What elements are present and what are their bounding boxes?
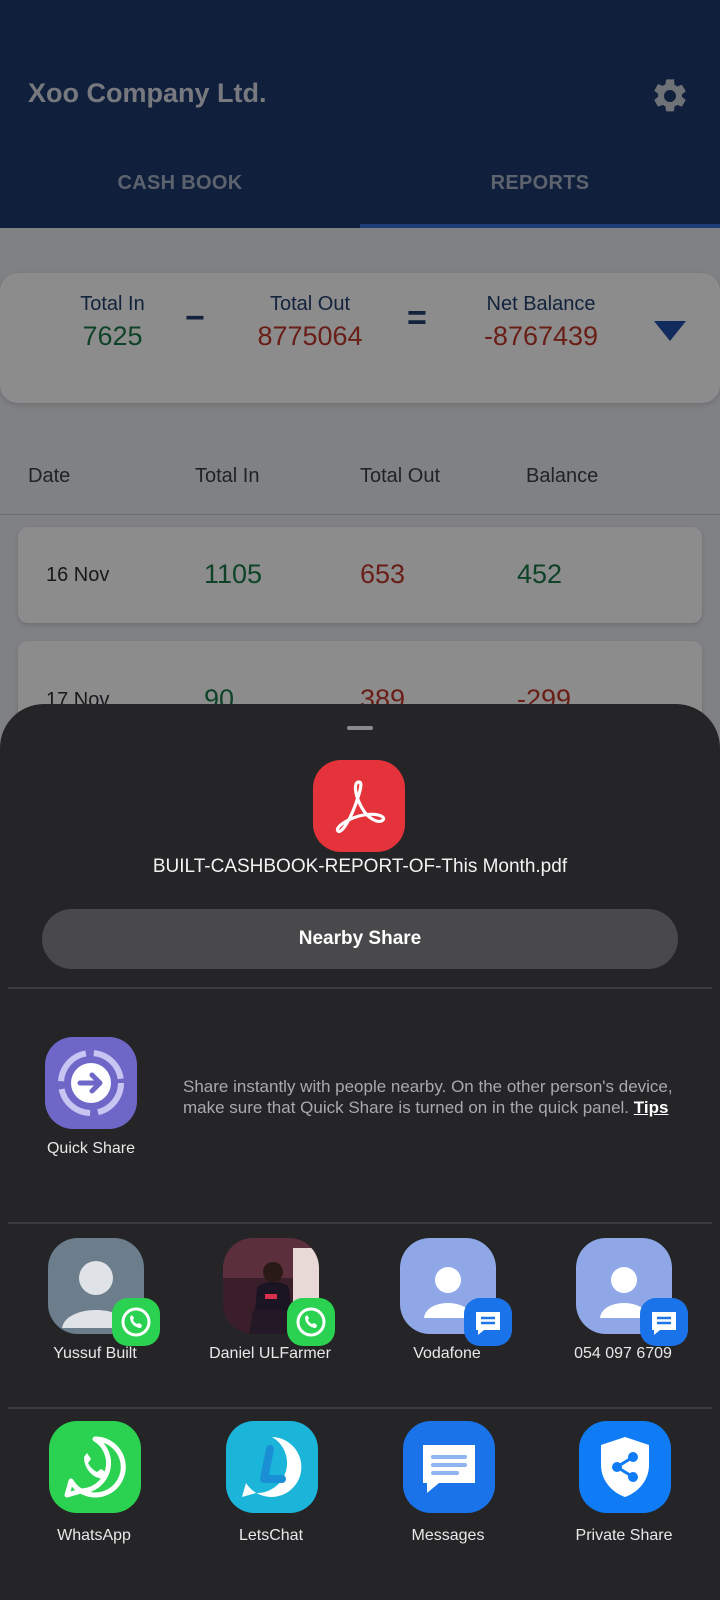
messages-icon [464,1298,512,1346]
app-label: WhatsApp [57,1527,131,1544]
app-label: Messages [411,1527,485,1544]
quick-share-icon[interactable] [45,1037,137,1129]
nearby-share-button[interactable]: Nearby Share [42,909,678,969]
contact-name: Daniel ULFarmer [209,1345,331,1362]
private-share-icon [579,1421,671,1513]
drag-handle[interactable] [347,726,373,730]
messages-icon [403,1421,495,1513]
app-label: LetsChat [238,1527,304,1544]
quick-share-description-text: Share instantly with people nearby. On t… [183,1077,673,1117]
contact-name: Yussuf Built [53,1345,137,1362]
divider [8,987,712,989]
contact-name: 054 097 6709 [574,1345,672,1362]
contact-name: Vodafone [413,1345,481,1362]
whatsapp-icon [49,1421,141,1513]
shared-file-name: BUILT-CASHBOOK-REPORT-OF-This Month.pdf [152,856,568,877]
tips-link[interactable]: Tips [634,1098,669,1117]
messages-icon [640,1298,688,1346]
pdf-icon [313,760,405,852]
divider [8,1407,712,1409]
divider [8,1222,712,1224]
share-sheet: BUILT-CASHBOOK-REPORT-OF-This Month.pdf … [0,704,720,1600]
letschat-icon [226,1421,318,1513]
whatsapp-icon [287,1298,335,1346]
quick-share-label[interactable]: Quick Share [30,1140,152,1158]
app-label: Private Share [575,1527,673,1544]
whatsapp-icon [112,1298,160,1346]
quick-share-description: Share instantly with people nearby. On t… [183,1076,673,1118]
